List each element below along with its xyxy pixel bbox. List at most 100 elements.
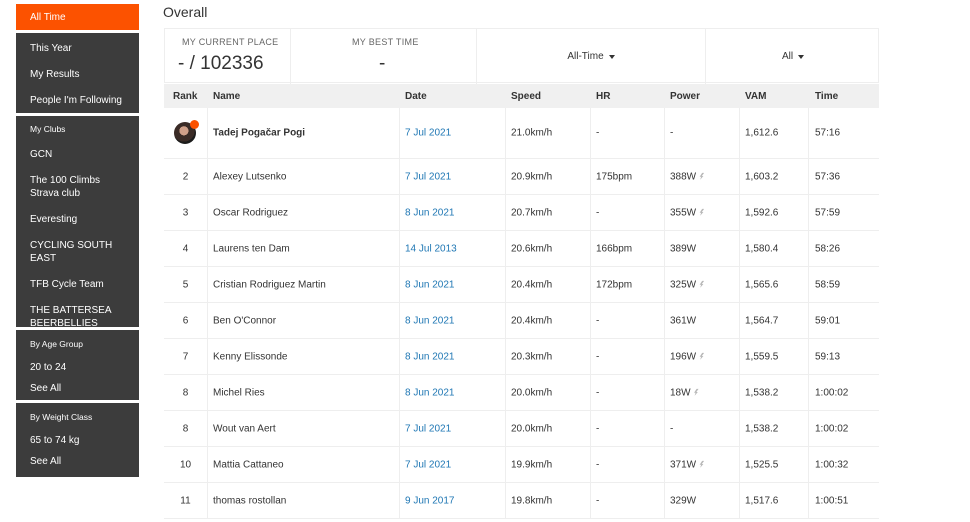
best-time-cell: MY BEST TIME -: [291, 29, 477, 84]
column-divider: [207, 108, 208, 158]
sidebar-weight-heading: By Weight Class: [30, 412, 93, 422]
cell-rank: 2: [164, 171, 207, 182]
sidebar-weight-see-all[interactable]: See All: [16, 455, 139, 468]
cell-power: 325W: [670, 279, 705, 290]
sidebar-club-tfb[interactable]: TFB Cycle Team: [16, 278, 139, 291]
column-divider: [207, 159, 208, 194]
date-text: 7 Jul 2021: [405, 459, 452, 470]
cell-speed: 21.0km/h: [511, 128, 552, 139]
sidebar-club-battersea[interactable]: THE BATTERSEA BEERBELLIES: [16, 304, 139, 330]
sidebar-club-everesting[interactable]: Everesting: [16, 213, 139, 226]
column-divider: [590, 411, 591, 446]
cell-name[interactable]: Kenny Elissonde: [213, 351, 288, 362]
column-divider: [739, 483, 740, 518]
column-divider: [505, 483, 506, 518]
speed-text: 20.4km/h: [511, 279, 553, 290]
cell-power: 329W: [670, 495, 696, 506]
column-divider: [808, 447, 809, 482]
time-text: 1:00:51: [815, 495, 849, 506]
group-filter-dropdown[interactable]: All: [706, 29, 880, 84]
cell-name[interactable]: Alexey Lutsenko: [213, 171, 286, 182]
column-divider: [207, 483, 208, 518]
sidebar-item-people-following[interactable]: People I'm Following: [16, 94, 139, 107]
cell-hr: -: [596, 351, 599, 362]
cell-date[interactable]: 8 Jun 2021: [405, 351, 455, 362]
page-title: Overall: [163, 4, 208, 20]
cell-time: 57:59: [815, 207, 840, 218]
cell-date[interactable]: 8 Jun 2021: [405, 279, 455, 290]
sidebar-club-cycling-south-east[interactable]: CYCLING SOUTH EAST: [16, 239, 139, 265]
cell-name[interactable]: Michel Ries: [213, 387, 265, 398]
vam-text: 1,592.6: [745, 207, 779, 218]
cell-power: 371W: [670, 459, 705, 470]
sidebar-group-age: By Age Group 20 to 24 See All: [16, 330, 139, 400]
cell-time: 1:00:02: [815, 387, 848, 398]
cell-date[interactable]: 14 Jul 2013: [405, 243, 457, 254]
avatar[interactable]: [174, 120, 199, 144]
hr-text: -: [596, 315, 600, 326]
speed-text: 20.0km/h: [511, 387, 553, 398]
cell-date[interactable]: 7 Jul 2021: [405, 171, 451, 182]
column-divider: [739, 303, 740, 338]
column-divider: [590, 447, 591, 482]
hr-text: -: [596, 387, 600, 398]
cell-name[interactable]: Ben O'Connor: [213, 315, 276, 326]
cell-power: 389W: [670, 243, 696, 254]
cell-date[interactable]: 8 Jun 2021: [405, 387, 455, 398]
sidebar-age-20-24[interactable]: 20 to 24: [16, 361, 139, 374]
table-row: 4 Laurens ten Dam 14 Jul 2013 20.6km/h 166bp…: [164, 231, 879, 267]
cell-name[interactable]: Tadej Pogačar Pogi: [213, 128, 305, 139]
cell-date[interactable]: 7 Jul 2021: [405, 459, 451, 470]
date-text: 8 Jun 2021: [405, 351, 455, 362]
column-divider: [664, 159, 665, 194]
estimated-power-icon: [699, 460, 705, 468]
table-row: 7 Kenny Elissonde 8 Jun 2021 20.3km/h - 196W 1…: [164, 339, 879, 375]
cell-name[interactable]: Mattia Cattaneo: [213, 459, 284, 470]
power-text: -: [670, 423, 674, 434]
column-divider: [664, 267, 665, 302]
estimated-power-icon: [699, 280, 705, 288]
cell-date[interactable]: 7 Jul 2021: [405, 423, 451, 434]
cell-rank: 4: [164, 243, 207, 254]
column-divider: [590, 303, 591, 338]
cell-hr: 172bpm: [596, 279, 632, 290]
column-divider: [808, 231, 809, 266]
cell-date[interactable]: 8 Jun 2021: [405, 315, 455, 326]
cell-date[interactable]: 7 Jul 2021: [405, 128, 451, 139]
cell-name[interactable]: Wout van Aert: [213, 423, 276, 434]
column-divider: [664, 483, 665, 518]
column-divider: [399, 195, 400, 230]
cell-speed: 19.9km/h: [511, 459, 552, 470]
column-divider: [207, 375, 208, 410]
sidebar-club-100-climbs[interactable]: The 100 Climbs Strava club: [16, 174, 139, 200]
cell-time: 59:13: [815, 351, 840, 362]
hr-text: -: [596, 207, 600, 218]
column-divider: [505, 159, 506, 194]
rank-text: 7: [182, 351, 189, 362]
cell-name[interactable]: thomas rostollan: [213, 495, 286, 506]
name-text: Laurens ten Dam: [213, 243, 290, 254]
cell-date[interactable]: 8 Jun 2021: [405, 207, 455, 218]
cell-name[interactable]: Oscar Rodriguez: [213, 207, 288, 218]
cell-power: 388W: [670, 171, 705, 182]
sidebar-item-this-year[interactable]: This Year: [16, 42, 139, 55]
cell-time: 58:26: [815, 243, 840, 254]
column-divider: [399, 231, 400, 266]
cell-speed: 20.3km/h: [511, 351, 552, 362]
cell-date[interactable]: 9 Jun 2017: [405, 495, 455, 506]
column-divider: [808, 411, 809, 446]
sidebar-item-my-results[interactable]: My Results: [16, 68, 139, 81]
table-header: Rank Name Date Speed HR Power VAM Time: [164, 84, 879, 108]
sidebar-item-all-time[interactable]: All Time: [16, 4, 139, 30]
cell-vam: 1,525.5: [745, 459, 778, 470]
cell-name[interactable]: Laurens ten Dam: [213, 243, 290, 254]
cell-name[interactable]: Cristian Rodriguez Martin: [213, 279, 326, 290]
sidebar-age-see-all[interactable]: See All: [16, 382, 139, 395]
col-rank: Rank: [173, 91, 198, 102]
sidebar-weight-65-74[interactable]: 65 to 74 kg: [16, 434, 139, 447]
time-filter-dropdown[interactable]: All-Time: [477, 29, 706, 84]
sidebar-club-gcn[interactable]: GCN: [16, 148, 139, 161]
table-row: 10 Mattia Cattaneo 7 Jul 2021 19.9km/h - 371W…: [164, 447, 879, 483]
power-text: 196W: [670, 351, 697, 362]
cell-speed: 20.6km/h: [511, 243, 552, 254]
